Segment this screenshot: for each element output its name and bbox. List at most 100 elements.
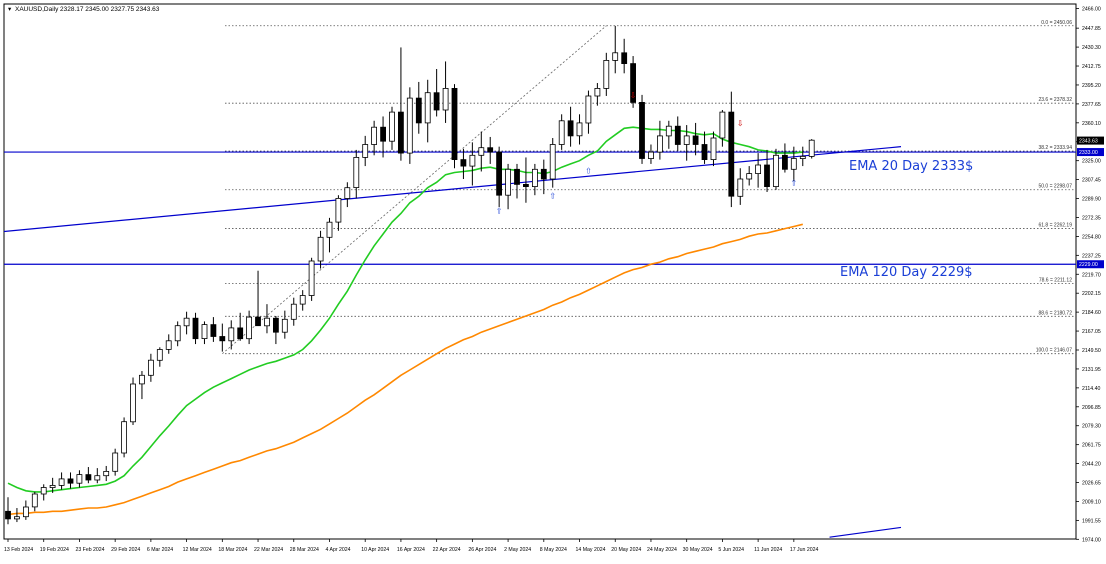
candle-body [782, 154, 788, 170]
candle-body [290, 303, 297, 320]
x-tick-label: 28 Mar 2024 [290, 547, 319, 553]
price-chart[interactable]: 0.0 = 2450.06 23.6 = 2378.32 38.2 = 2333.9… [0, 0, 1106, 559]
candle-body [317, 236, 324, 262]
candle-body [156, 349, 163, 361]
candle-body [121, 421, 127, 454]
candle-body [219, 336, 226, 342]
candle-body [138, 374, 145, 385]
x-tick-label: 22 Mar 2024 [254, 547, 283, 553]
candle-body [505, 168, 512, 196]
candle-body [692, 135, 699, 145]
candle-body [460, 159, 467, 167]
arrow-down-icon: ⇩ [630, 91, 637, 100]
candle-body [13, 516, 20, 520]
x-tick-label: 6 Mar 2024 [147, 547, 173, 553]
x-tick-label: 5 Jun 2024 [718, 547, 744, 553]
candle-body [380, 126, 387, 142]
candle-body [665, 125, 672, 137]
arrow-up-icon: ⇧ [496, 207, 503, 216]
candle-body [773, 154, 779, 188]
fib-level-label: 100.0 = 2146.07 [1036, 348, 1073, 354]
candle [639, 94, 645, 164]
ema120-annotation: EMA 120 Day 2229$ [840, 265, 973, 280]
candle-body [639, 102, 645, 159]
candle-body [40, 487, 47, 495]
candle-body [147, 359, 154, 376]
y-tick-label: 2061.75 [1082, 443, 1101, 449]
candle-body [264, 317, 270, 327]
candle-body [94, 475, 101, 481]
candle-body [31, 493, 38, 508]
candle-body [755, 164, 761, 175]
candle-body [192, 317, 199, 340]
candle-body [165, 340, 172, 350]
y-tick-label: 2131.95 [1082, 367, 1101, 373]
candle-body [112, 452, 119, 472]
y-tick-label: 2430.30 [1082, 45, 1101, 51]
candle-body [183, 317, 190, 327]
candle-body [532, 168, 538, 188]
fib-level-label: 78.6 = 2211.12 [1039, 278, 1072, 284]
candle [112, 448, 119, 476]
y-tick-label: 2237.25 [1082, 253, 1101, 259]
chart-header: ▾ XAUUSD,Daily 2328.17 2345.00 2327.75 2… [8, 6, 160, 13]
y-tick-label: 2149.50 [1082, 348, 1101, 354]
ema20-annotation: EMA 20 Day 2333$ [849, 159, 973, 174]
candlestick-chart-svg: 0.0 = 2450.06 23.6 = 2378.32 38.2 = 2333.9… [0, 0, 1106, 559]
candle [406, 87, 413, 164]
candle-body [415, 97, 422, 124]
candle-body [272, 317, 279, 333]
y-tick-label: 2044.20 [1082, 462, 1101, 468]
y-tick-label: 1974.00 [1082, 537, 1101, 543]
y-tick-label: 2289.90 [1082, 197, 1101, 203]
x-tick-label: 29 Feb 2024 [111, 547, 140, 553]
candle-body [594, 88, 601, 97]
current-price-label: 2343.63 [1079, 139, 1098, 145]
arrow-up-icon: ⇧ [790, 178, 797, 187]
candle-body [433, 92, 440, 111]
candle-body [683, 135, 690, 145]
x-tick-label: 26 Apr 2024 [468, 547, 496, 553]
candle-body [808, 139, 815, 157]
x-tick-label: 13 Feb 2024 [4, 547, 33, 553]
candle-body [389, 111, 395, 142]
candle [773, 148, 779, 190]
candle-body [603, 60, 610, 89]
x-tick-label: 30 May 2024 [683, 547, 713, 553]
y-tick-label: 2184.60 [1082, 310, 1101, 316]
candle-body [496, 151, 503, 196]
candle [808, 139, 815, 159]
candle-body [228, 327, 235, 342]
candle-body [326, 221, 333, 238]
candle-body [790, 158, 797, 170]
y-tick-label: 1991.55 [1082, 518, 1101, 524]
candle [121, 417, 127, 458]
x-tick-label: 19 Feb 2024 [40, 547, 69, 553]
candle-body [103, 470, 110, 477]
price-badge-label: 2229.00 [1079, 262, 1098, 268]
arrow-up-icon: ⇧ [549, 191, 556, 200]
x-tick-label: 2 May 2024 [504, 547, 531, 553]
fib-level-label: 23.6 = 2378.32 [1038, 97, 1072, 103]
candle-body [397, 111, 404, 154]
y-tick-label: 2360.10 [1082, 121, 1101, 127]
candle-body [85, 474, 92, 481]
candle-body [58, 478, 65, 486]
candle-body [567, 120, 574, 137]
fib-level-label: 38.2 = 2333.94 [1038, 145, 1072, 151]
y-tick-label: 2079.30 [1082, 424, 1101, 430]
y-tick-label: 2307.45 [1082, 178, 1101, 184]
candle-body [237, 327, 244, 340]
x-tick-label: 16 Apr 2024 [397, 547, 425, 553]
x-tick-label: 23 Feb 2024 [75, 547, 104, 553]
y-tick-label: 2096.85 [1082, 405, 1101, 411]
candle-body [67, 478, 74, 484]
candle-body [469, 154, 476, 167]
fib-level-label: 50.0 = 2298.07 [1038, 184, 1072, 190]
candle-body [799, 155, 806, 159]
x-tick-label: 10 Apr 2024 [361, 547, 389, 553]
y-tick-label: 2167.05 [1082, 329, 1101, 335]
arrow-up-icon: ⇧ [585, 167, 592, 176]
candle-body [201, 324, 208, 340]
candle-body [487, 147, 494, 153]
